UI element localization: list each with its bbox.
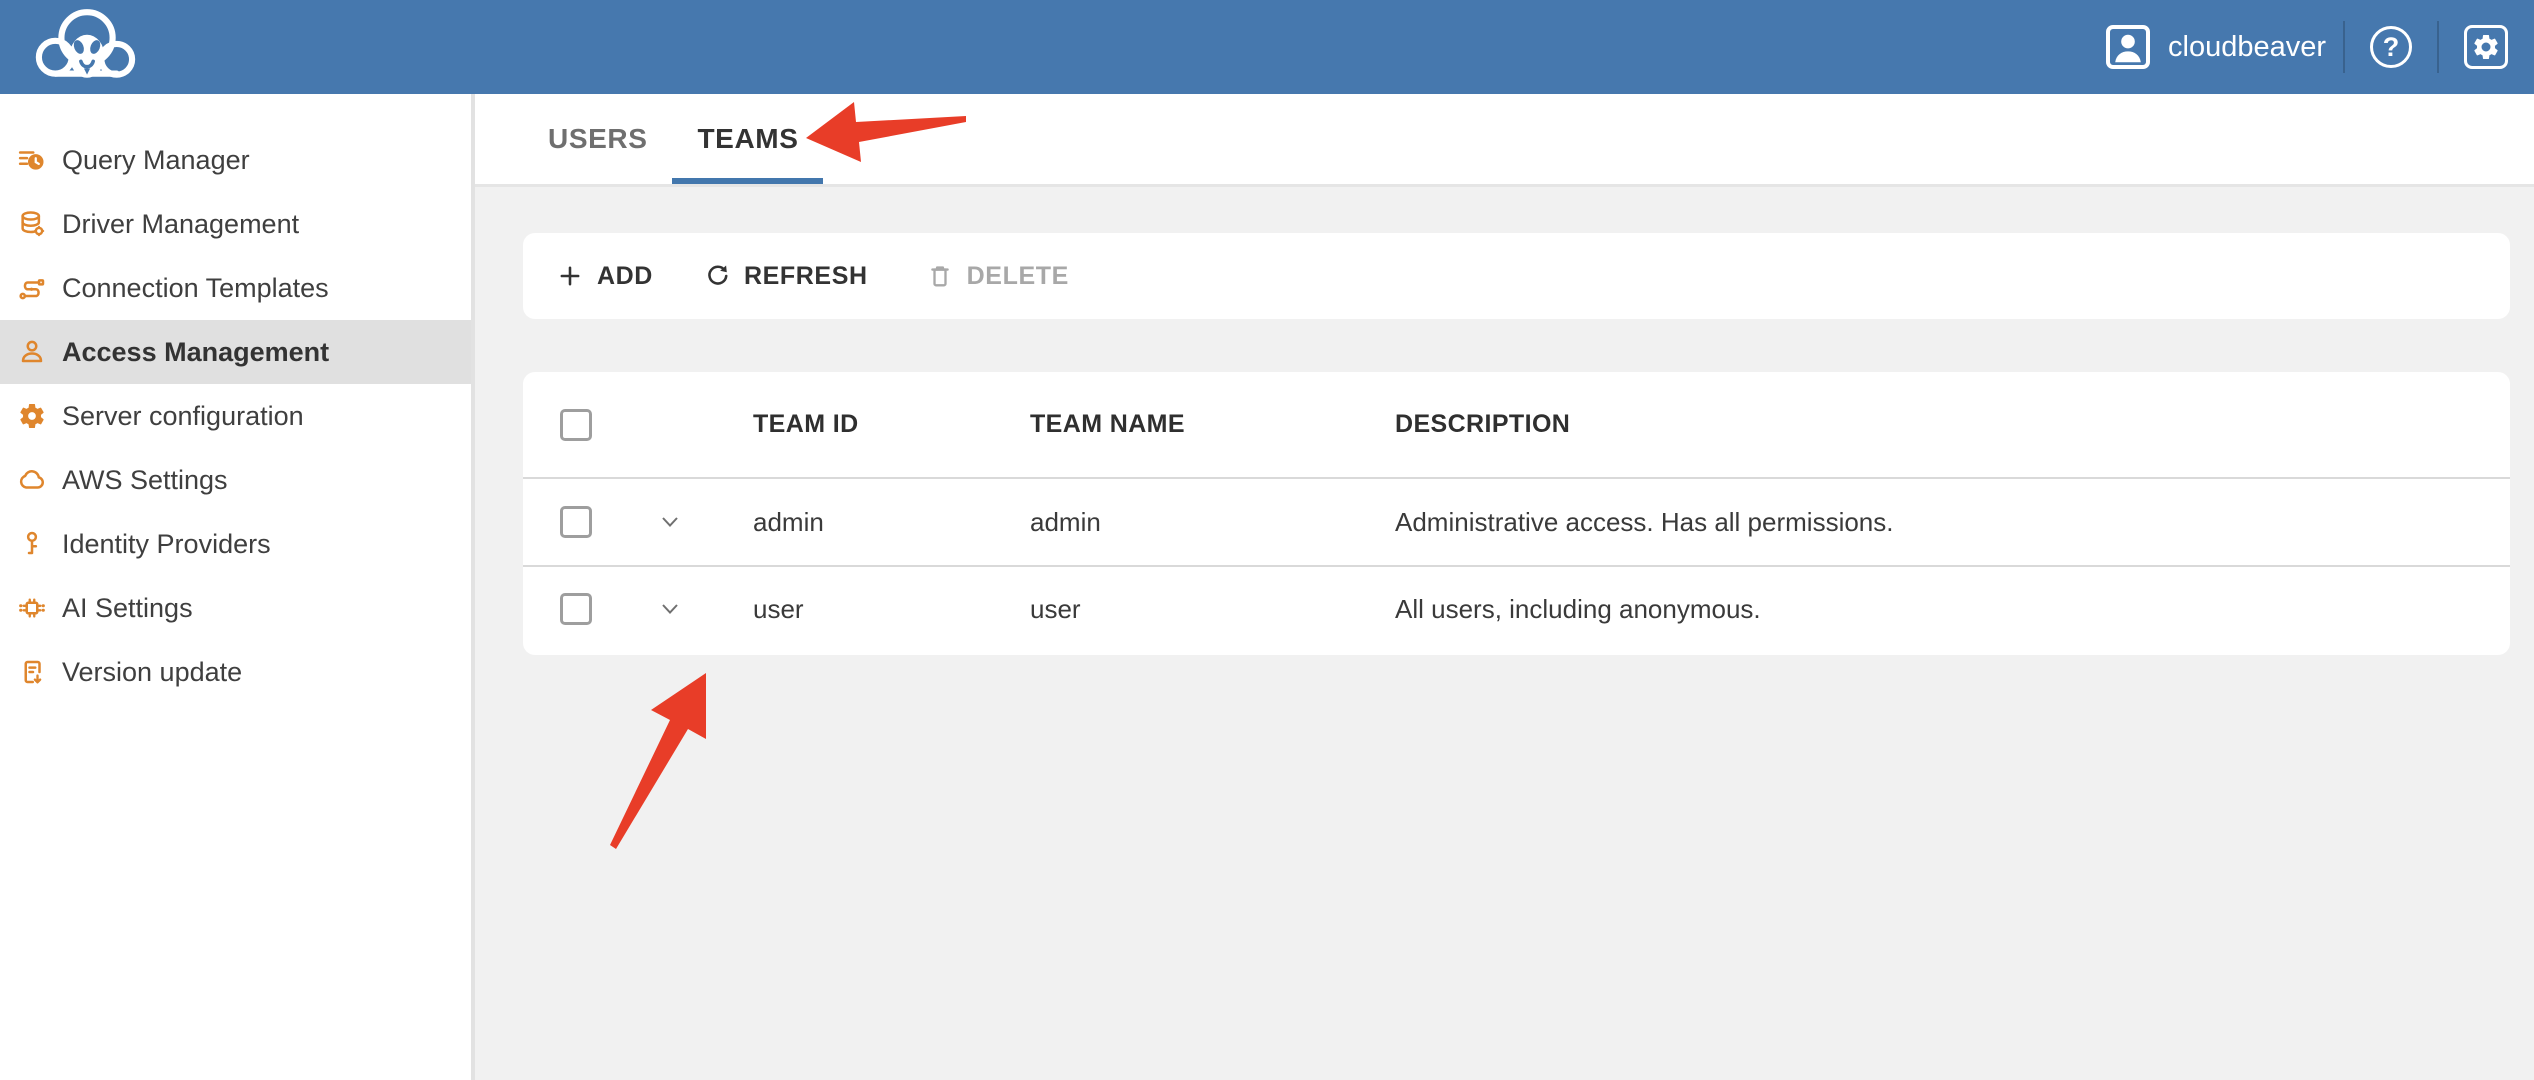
row-checkbox[interactable]: [560, 593, 592, 625]
sidebar-item-server-configuration[interactable]: Server configuration: [0, 384, 471, 448]
table-row-admin[interactable]: admin admin Administrative access. Has a…: [523, 477, 2510, 565]
cell-team-id: admin: [731, 507, 1008, 538]
username[interactable]: cloudbeaver: [2168, 0, 2326, 94]
teams-toolbar: ADD REFRESH DELETE: [523, 233, 2510, 319]
user-avatar-icon[interactable]: [2104, 23, 2152, 71]
tab-teams[interactable]: TEAMS: [672, 94, 823, 184]
refresh-icon: [703, 262, 731, 290]
sidebar-item-label: Query Manager: [62, 145, 250, 176]
add-button-label: ADD: [597, 262, 653, 291]
help-glyph: ?: [2383, 32, 2400, 63]
sidebar-item-label: AWS Settings: [62, 465, 228, 496]
access-management-icon: [16, 336, 48, 368]
delete-button-label: DELETE: [967, 262, 1069, 291]
chevron-down-icon[interactable]: [655, 594, 685, 624]
version-update-icon: [16, 656, 48, 688]
sidebar-item-ai-settings[interactable]: AI Settings: [0, 576, 471, 640]
chevron-down-icon[interactable]: [655, 507, 685, 537]
query-manager-icon: [16, 144, 48, 176]
sidebar-item-query-manager[interactable]: Query Manager: [0, 128, 471, 192]
plus-icon: [556, 262, 584, 290]
column-header-team-name: TEAM NAME: [1008, 410, 1373, 439]
sidebar-item-label: Server configuration: [62, 401, 304, 432]
select-all-checkbox[interactable]: [560, 409, 592, 441]
cell-team-id: user: [731, 594, 1008, 625]
identity-key-icon: [16, 528, 48, 560]
sidebar-item-access-management[interactable]: Access Management: [0, 320, 471, 384]
tab-users[interactable]: USERS: [523, 94, 672, 184]
delete-button[interactable]: DELETE: [926, 262, 1069, 291]
table-header-row: TEAM ID TEAM NAME DESCRIPTION: [523, 372, 2510, 477]
sidebar-item-label: Version update: [62, 657, 242, 688]
table-row-user[interactable]: user user All users, including anonymous…: [523, 565, 2510, 651]
add-button[interactable]: ADD: [556, 262, 653, 291]
column-header-description: DESCRIPTION: [1373, 410, 2510, 439]
tab-label: TEAMS: [697, 123, 798, 155]
server-configuration-icon: [16, 400, 48, 432]
help-icon[interactable]: ?: [2370, 26, 2412, 68]
sidebar-item-label: Driver Management: [62, 209, 299, 240]
aws-cloud-icon: [16, 464, 48, 496]
driver-management-icon: [16, 208, 48, 240]
column-header-team-id: TEAM ID: [731, 410, 1008, 439]
sidebar-item-version-update[interactable]: Version update: [0, 640, 471, 704]
red-arrow-user-row: [610, 673, 706, 849]
top-bar: cloudbeaver ?: [0, 0, 2534, 94]
cell-team-name: admin: [1008, 507, 1373, 538]
sidebar-item-identity-providers[interactable]: Identity Providers: [0, 512, 471, 576]
refresh-button-label: REFRESH: [744, 262, 868, 291]
cloudbeaver-logo: [30, 5, 142, 89]
sidebar-item-connection-templates[interactable]: Connection Templates: [0, 256, 471, 320]
sidebar-item-aws-settings[interactable]: AWS Settings: [0, 448, 471, 512]
connection-templates-icon: [16, 272, 48, 304]
sidebar-item-driver-management[interactable]: Driver Management: [0, 192, 471, 256]
admin-sidebar: Query Manager Driver Management Connecti…: [0, 94, 471, 1080]
sidebar-item-label: Identity Providers: [62, 529, 271, 560]
tab-label: USERS: [548, 123, 647, 155]
teams-table: TEAM ID TEAM NAME DESCRIPTION admin admi…: [523, 372, 2510, 655]
topbar-divider: [2437, 21, 2439, 73]
trash-icon: [926, 262, 954, 290]
row-checkbox[interactable]: [560, 506, 592, 538]
ai-chip-icon: [16, 592, 48, 624]
cell-team-name: user: [1008, 594, 1373, 625]
topbar-divider: [2343, 21, 2345, 73]
cell-description: All users, including anonymous.: [1373, 594, 2510, 625]
sidebar-item-label: Access Management: [62, 337, 329, 368]
tabs-bar: USERS TEAMS: [475, 94, 2534, 187]
sidebar-divider: [471, 94, 475, 1080]
settings-gear-icon[interactable]: [2464, 25, 2508, 69]
cell-description: Administrative access. Has all permissio…: [1373, 507, 2510, 538]
sidebar-item-label: AI Settings: [62, 593, 193, 624]
refresh-button[interactable]: REFRESH: [703, 262, 868, 291]
sidebar-item-label: Connection Templates: [62, 273, 329, 304]
